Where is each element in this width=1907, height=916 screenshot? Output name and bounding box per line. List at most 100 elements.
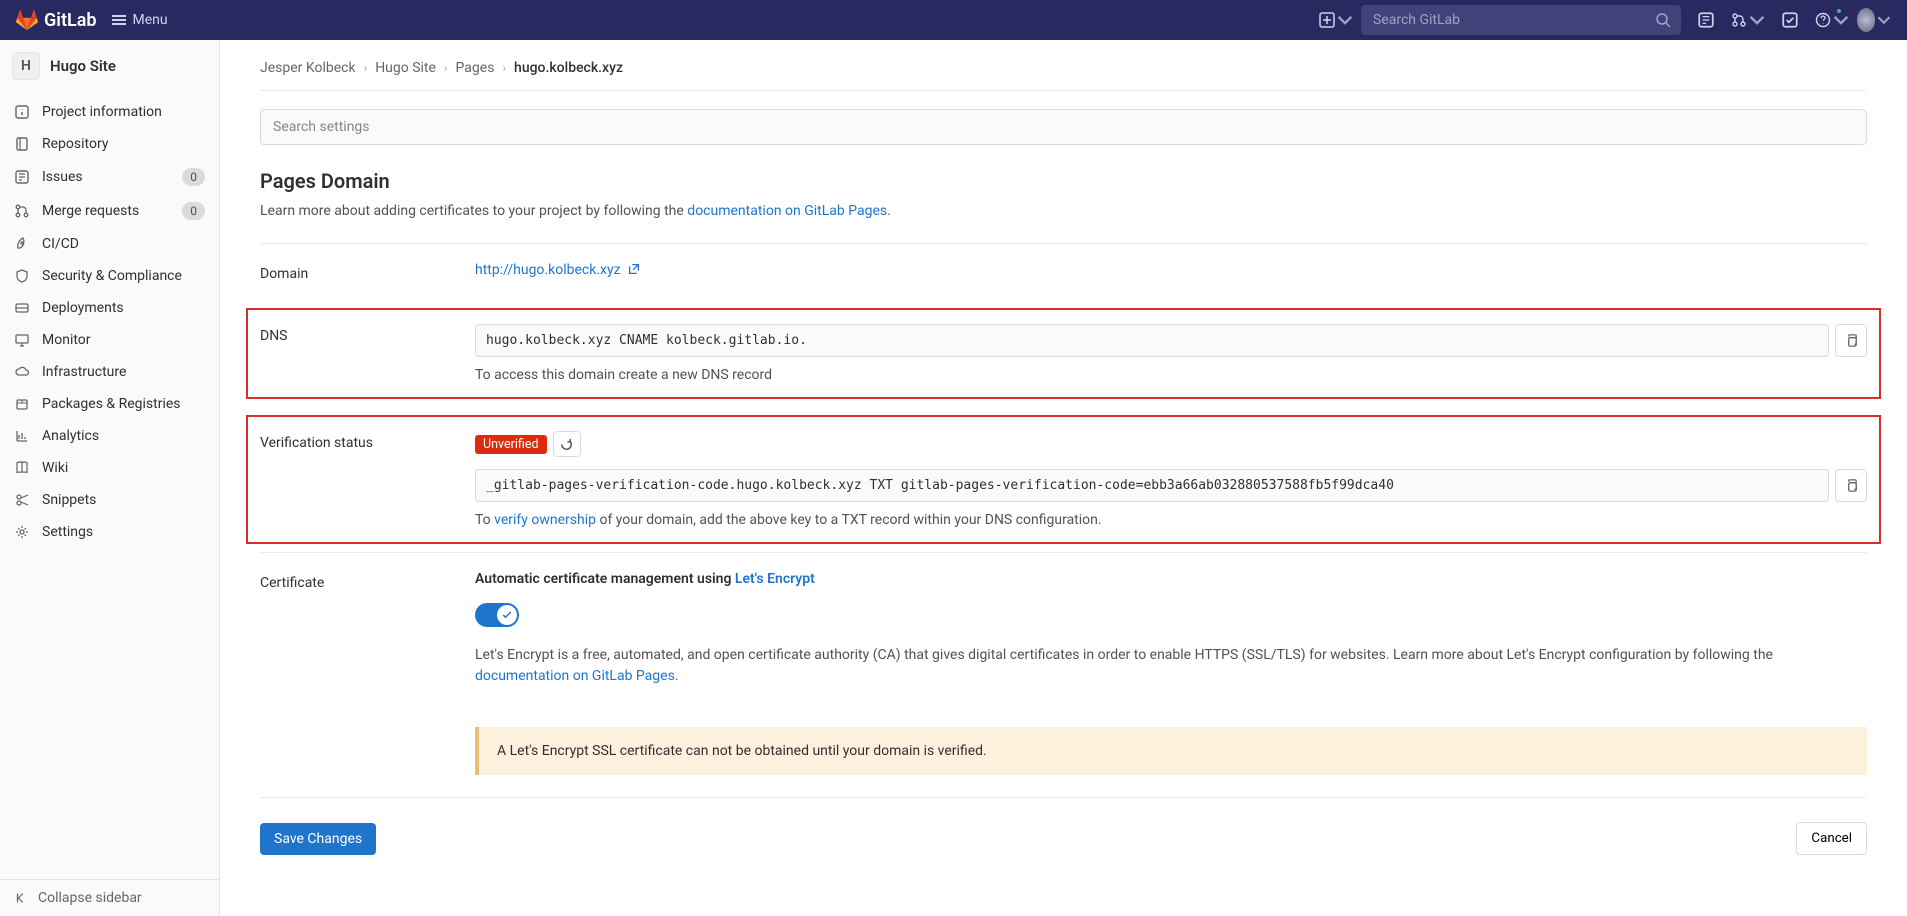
check-icon <box>501 609 513 621</box>
chevron-right-icon: › <box>502 61 506 75</box>
copy-icon <box>1844 478 1859 493</box>
hamburger-icon <box>111 12 127 28</box>
sidebar-item-snippets[interactable]: Snippets <box>0 484 219 516</box>
rocket-icon <box>14 236 30 252</box>
sidebar-item-deployments[interactable]: Deployments <box>0 292 219 324</box>
menu-label: Menu <box>133 12 168 28</box>
project-avatar: H <box>12 52 40 80</box>
chevron-down-icon <box>1749 11 1765 29</box>
sidebar-item-merge-requests[interactable]: Merge requests0 <box>0 194 219 228</box>
copy-dns-button[interactable] <box>1835 324 1867 357</box>
monitor-icon <box>14 332 30 348</box>
verification-label: Verification status <box>260 431 475 528</box>
domain-url-link[interactable]: http://hugo.kolbeck.xyz <box>475 262 641 278</box>
cancel-button[interactable]: Cancel <box>1796 822 1867 855</box>
breadcrumb-current: hugo.kolbeck.xyz <box>514 60 623 76</box>
warning-text: A Let's Encrypt SSL certificate can not … <box>497 743 987 759</box>
mr-count: 0 <box>182 202 205 220</box>
plus-square-icon <box>1319 11 1335 29</box>
certificate-row: Certificate Automatic certificate manage… <box>260 552 1867 705</box>
brand-text: GitLab <box>44 10 97 31</box>
todo-icon <box>1781 11 1799 29</box>
brand-logo[interactable]: GitLab <box>16 9 97 31</box>
merge-requests-shortcut[interactable] <box>1731 3 1765 37</box>
chevron-right-icon: › <box>364 61 368 75</box>
copy-verification-button[interactable] <box>1835 469 1867 502</box>
sidebar-item-wiki[interactable]: Wiki <box>0 452 219 484</box>
sidebar-item-issues[interactable]: Issues0 <box>0 160 219 194</box>
domain-label: Domain <box>260 262 475 282</box>
shield-icon <box>14 268 30 284</box>
status-badge: Unverified <box>475 435 547 454</box>
sidebar-item-analytics[interactable]: Analytics <box>0 420 219 452</box>
external-link-icon <box>627 262 641 276</box>
certificate-description: Let's Encrypt is a free, automated, and … <box>475 645 1867 687</box>
dns-label: DNS <box>260 324 475 383</box>
toggle-knob <box>497 605 517 625</box>
sidebar-item-infrastructure[interactable]: Infrastructure <box>0 356 219 388</box>
repo-icon <box>14 136 30 152</box>
project-header[interactable]: H Hugo Site <box>0 40 219 92</box>
breadcrumb-section[interactable]: Pages <box>456 60 495 76</box>
sidebar-item-repository[interactable]: Repository <box>0 128 219 160</box>
verification-record-value[interactable]: _gitlab-pages-verification-code.hugo.kol… <box>475 469 1829 502</box>
gear-icon <box>14 524 30 540</box>
lets-encrypt-link[interactable]: Let's Encrypt <box>735 571 815 587</box>
merge-icon <box>1731 11 1747 29</box>
certificate-heading: Automatic certificate management using L… <box>475 571 1867 587</box>
avatar <box>1857 8 1875 32</box>
deploy-icon <box>14 300 30 316</box>
scissors-icon <box>14 492 30 508</box>
gitlab-icon <box>16 9 38 31</box>
issues-count: 0 <box>182 168 205 186</box>
docs-link[interactable]: documentation on GitLab Pages <box>687 203 887 219</box>
retry-icon <box>559 437 574 452</box>
package-icon <box>14 396 30 412</box>
issues-shortcut[interactable] <box>1689 3 1723 37</box>
breadcrumb-project[interactable]: Hugo Site <box>375 60 436 76</box>
todos-shortcut[interactable] <box>1773 3 1807 37</box>
breadcrumb: Jesper Kolbeck › Hugo Site › Pages › hug… <box>260 56 1867 91</box>
copy-icon <box>1844 333 1859 348</box>
issues-icon <box>1697 11 1715 29</box>
search-settings-input[interactable] <box>260 109 1867 145</box>
sidebar-item-packages[interactable]: Packages & Registries <box>0 388 219 420</box>
verification-hint: To verify ownership of your domain, add … <box>475 512 1867 528</box>
sidebar-item-monitor[interactable]: Monitor <box>0 324 219 356</box>
create-button[interactable] <box>1319 3 1353 37</box>
search-input[interactable] <box>1361 5 1681 35</box>
page-description: Learn more about adding certificates to … <box>260 203 1867 219</box>
sidebar-item-settings[interactable]: Settings <box>0 516 219 548</box>
issues-icon <box>14 169 30 185</box>
help-button[interactable] <box>1815 3 1849 37</box>
sidebar-item-security[interactable]: Security & Compliance <box>0 260 219 292</box>
sidebar-item-cicd[interactable]: CI/CD <box>0 228 219 260</box>
menu-button[interactable]: Menu <box>111 12 168 28</box>
merge-icon <box>14 203 30 219</box>
dns-record-value[interactable]: hugo.kolbeck.xyz CNAME kolbeck.gitlab.io… <box>475 324 1829 357</box>
collapse-icon <box>14 891 28 905</box>
verification-row: Verification status Unverified _gitlab-p… <box>246 415 1881 544</box>
cert-docs-link[interactable]: documentation on GitLab Pages <box>475 668 675 684</box>
domain-row: Domain http://hugo.kolbeck.xyz <box>260 243 1867 300</box>
project-name: Hugo Site <box>50 57 116 75</box>
lets-encrypt-toggle[interactable] <box>475 603 519 627</box>
retry-verification-button[interactable] <box>553 431 581 457</box>
book-icon <box>14 460 30 476</box>
save-button[interactable]: Save Changes <box>260 823 376 855</box>
topbar: GitLab Menu <box>0 0 1907 40</box>
dns-row: DNS hugo.kolbeck.xyz CNAME kolbeck.gitla… <box>246 308 1881 399</box>
chart-icon <box>14 428 30 444</box>
sidebar-item-project-information[interactable]: Project information <box>0 96 219 128</box>
verify-ownership-link[interactable]: verify ownership <box>494 512 596 528</box>
sidebar: H Hugo Site Project information Reposito… <box>0 40 220 916</box>
user-menu[interactable] <box>1857 3 1891 37</box>
main-content: Jesper Kolbeck › Hugo Site › Pages › hug… <box>220 40 1907 916</box>
breadcrumb-user[interactable]: Jesper Kolbeck <box>260 60 356 76</box>
page-title: Pages Domain <box>260 169 1867 193</box>
help-icon <box>1815 11 1831 29</box>
search-icon <box>1655 12 1671 28</box>
collapse-sidebar[interactable]: Collapse sidebar <box>0 879 219 916</box>
chevron-down-icon <box>1877 11 1891 29</box>
certificate-label: Certificate <box>260 571 475 687</box>
